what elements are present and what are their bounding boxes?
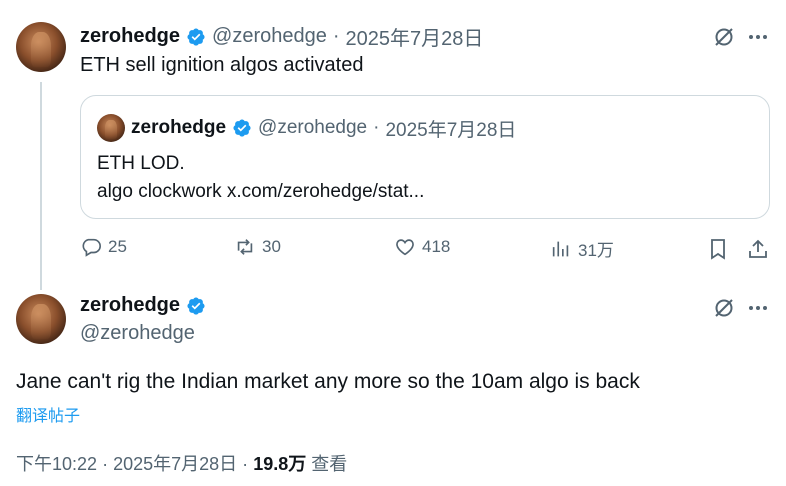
more-icon[interactable]: [746, 296, 770, 320]
quote-text-line1: ETH LOD.: [97, 153, 185, 174]
main-display-name[interactable]: zerohedge: [80, 294, 180, 317]
main-avatar[interactable]: [16, 294, 66, 344]
separator-dot: ·: [242, 454, 249, 474]
parent-avatar[interactable]: [16, 22, 66, 72]
repost-icon: [237, 239, 253, 255]
quote-handle: @zerohedge: [258, 117, 368, 138]
parent-tweet-text: ETH sell ignition algos activated: [80, 54, 364, 76]
quote-header: zerohedge @zerohedge · 2025年7月28日: [97, 114, 516, 142]
separator-dot: ·: [102, 454, 109, 474]
more-icon[interactable]: [746, 25, 770, 49]
views-count: 31万: [578, 241, 614, 260]
views-label: 查看: [311, 454, 348, 474]
reply-button[interactable]: 25: [80, 236, 127, 258]
share-icon[interactable]: [746, 237, 770, 261]
separator-dot: ·: [373, 117, 380, 138]
quote-date: 2025年7月28日: [385, 119, 517, 141]
repost-button[interactable]: 30: [234, 236, 281, 258]
views-button[interactable]: 31万: [550, 236, 614, 261]
like-count: 418: [422, 237, 451, 256]
verified-badge-icon: [233, 119, 251, 137]
bookmark-icon[interactable]: [706, 237, 730, 261]
repost-count: 30: [262, 237, 281, 256]
views-icon: [552, 241, 569, 256]
parent-date[interactable]: 2025年7月28日: [346, 22, 484, 51]
separator-dot: ·: [332, 25, 340, 47]
quoted-tweet-card[interactable]: zerohedge @zerohedge · 2025年7月28日 ETH LO…: [80, 95, 770, 219]
main-name-row: zerohedge: [80, 294, 206, 317]
tweet-metadata: 下午10:22 · 2025年7月28日 · 19.8万 查看: [16, 450, 347, 476]
verified-badge-icon: [187, 296, 205, 315]
post-time[interactable]: 下午10:22: [16, 454, 97, 474]
main-tweet-text: Jane can't rig the Indian market any mor…: [16, 370, 640, 393]
reply-count: 25: [108, 237, 127, 256]
main-handle[interactable]: @zerohedge: [80, 322, 195, 345]
quote-text-line2: algo clockwork x.com/zerohedge/stat...: [97, 181, 425, 202]
parent-handle[interactable]: @zerohedge: [212, 25, 327, 48]
grok-icon[interactable]: [712, 25, 736, 49]
translate-post-link[interactable]: 翻译帖子: [16, 402, 80, 426]
quote-display-name: zerohedge: [131, 117, 227, 138]
post-date[interactable]: 2025年7月28日: [113, 454, 237, 474]
verified-badge-icon: [187, 27, 205, 46]
parent-display-name[interactable]: zerohedge: [80, 25, 180, 48]
grok-icon[interactable]: [712, 296, 736, 320]
reply-icon: [82, 238, 101, 257]
like-button[interactable]: 418: [394, 236, 450, 258]
quote-avatar: [97, 114, 125, 142]
parent-header: zerohedge @zerohedge · 2025年7月28日: [80, 22, 483, 51]
quote-text: ETH LOD. algo clockwork x.com/zerohedge/…: [97, 150, 424, 206]
views-total: 19.8万: [253, 454, 307, 474]
thread-line: [40, 82, 42, 290]
like-icon: [396, 239, 414, 256]
